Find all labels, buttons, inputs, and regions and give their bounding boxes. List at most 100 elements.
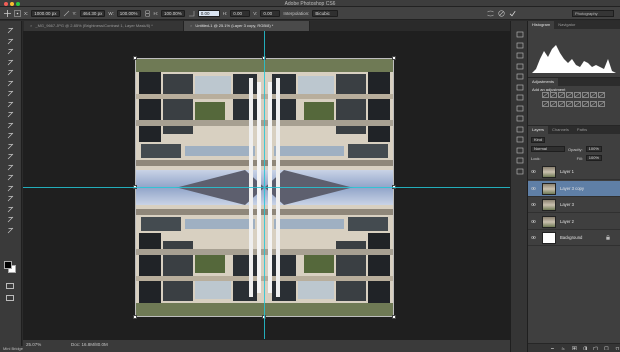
tab-layers[interactable]: Layers <box>528 126 549 134</box>
move-tool-icon[interactable] <box>4 9 11 17</box>
levels-adjustment-icon[interactable] <box>550 92 557 98</box>
history-brush-tool-icon[interactable] <box>5 122 16 129</box>
background-thumbnail[interactable] <box>542 232 556 244</box>
adjustment-layer-icon[interactable] <box>582 345 588 351</box>
close-tab-icon[interactable]: × <box>190 23 192 28</box>
opacity-field[interactable]: 100% <box>585 146 602 152</box>
v-skew-field[interactable]: 0.00 <box>260 9 281 17</box>
delete-layer-icon[interactable] <box>615 346 620 351</box>
styles-panel-icon[interactable] <box>516 94 524 101</box>
dodge-tool-icon[interactable] <box>5 164 16 171</box>
brightness-adjustment-icon[interactable] <box>542 92 549 98</box>
exposure-adjustment-icon[interactable] <box>566 92 573 98</box>
black-white-adjustment-icon[interactable] <box>598 92 605 98</box>
layer-row[interactable]: Layer 3 <box>528 197 620 213</box>
doc-tab-1[interactable]: × _MG_9667.JPG @ 2.85% (Brightness/Contra… <box>24 21 184 31</box>
layer-thumbnail[interactable] <box>542 166 556 178</box>
tab-adjustments[interactable]: Adjustments <box>528 78 559 86</box>
foreground-color-swatch[interactable] <box>4 261 12 269</box>
crop-tool-icon[interactable] <box>5 69 16 76</box>
mini-bridge-tab[interactable]: Mini Bridge <box>0 346 40 352</box>
y-field[interactable]: 464.30 px <box>79 9 106 17</box>
threshold-adjustment-icon[interactable] <box>582 101 589 107</box>
path-select-tool-icon[interactable] <box>5 195 16 202</box>
swatches-panel-icon[interactable] <box>516 84 524 91</box>
info-panel-icon[interactable] <box>516 63 524 70</box>
layer-row[interactable]: Layer 1 <box>528 164 620 180</box>
angle-field[interactable]: 0.00 <box>197 9 220 17</box>
kind-filter-select[interactable]: Kind <box>531 137 546 143</box>
reference-point-icon[interactable] <box>14 9 21 17</box>
posterize-adjustment-icon[interactable] <box>574 101 581 107</box>
new-layer-icon[interactable] <box>604 346 609 351</box>
clone-source-panel-icon[interactable] <box>516 147 524 154</box>
timeline-panel-icon[interactable] <box>516 168 524 175</box>
cancel-transform-icon[interactable] <box>498 9 505 17</box>
layer-row[interactable]: Background <box>528 230 620 246</box>
photo-filter-adjustment-icon[interactable] <box>542 101 549 107</box>
visibility-eye-icon[interactable] <box>531 169 536 174</box>
visibility-eye-icon[interactable] <box>531 202 536 207</box>
tab-navigator[interactable]: Navigator <box>554 21 579 29</box>
selective-color-adjustment-icon[interactable] <box>590 101 597 107</box>
eyedropper-tool-icon[interactable] <box>5 80 16 87</box>
link-icon[interactable] <box>144 9 151 17</box>
brush-tool-icon[interactable] <box>5 101 16 108</box>
gradient-map-adjustment-icon[interactable] <box>598 101 605 107</box>
screen-mode-icon[interactable] <box>6 295 14 301</box>
color-panel-icon[interactable] <box>516 73 524 80</box>
hue-saturation-adjustment-icon[interactable] <box>582 92 589 98</box>
eraser-tool-icon[interactable] <box>5 132 16 139</box>
layer-thumbnail[interactable] <box>542 182 556 195</box>
zoom-tool-icon[interactable] <box>5 227 16 234</box>
healing-tool-icon[interactable] <box>5 90 16 97</box>
pen-tool-icon[interactable] <box>5 174 16 181</box>
blur-tool-icon[interactable] <box>5 153 16 160</box>
character-panel-icon[interactable] <box>516 115 524 122</box>
warp-mode-icon[interactable] <box>487 10 494 17</box>
document-size[interactable]: Doc: 16.8M/80.0M <box>71 342 108 347</box>
horizontal-guide[interactable] <box>23 187 510 188</box>
color-lookup-adjustment-icon[interactable] <box>558 101 565 107</box>
transform-handle-br[interactable] <box>392 315 396 319</box>
channel-mixer-adjustment-icon[interactable] <box>550 101 557 107</box>
clone-stamp-tool-icon[interactable] <box>5 111 16 118</box>
quick-mask-icon[interactable] <box>6 283 14 289</box>
add-mask-icon[interactable] <box>571 345 577 351</box>
visibility-eye-icon[interactable] <box>531 219 536 224</box>
vertical-guide[interactable] <box>264 31 265 339</box>
h-skew-field[interactable]: 0.00 <box>230 9 251 17</box>
commit-transform-icon[interactable] <box>509 10 516 17</box>
tool-presets-panel-icon[interactable] <box>516 136 524 143</box>
transform-handle-tr[interactable] <box>392 56 396 60</box>
doc-tab-2[interactable]: × Untitled-1 @ 25.1% (Layer 3 copy, RGB/8… <box>184 21 310 31</box>
shape-tool-icon[interactable] <box>5 206 16 213</box>
link-layers-icon[interactable] <box>550 346 555 351</box>
history-panel-icon[interactable] <box>516 31 524 38</box>
layer-thumbnail[interactable] <box>542 199 556 211</box>
quick-select-tool-icon[interactable] <box>5 59 16 66</box>
workspace-select[interactable]: Photography <box>572 9 614 17</box>
close-tab-icon[interactable]: × <box>30 23 32 28</box>
visibility-eye-icon[interactable] <box>531 186 536 191</box>
blend-mode-select[interactable]: Normal <box>531 146 565 152</box>
layer-row[interactable]: Layer 2 <box>528 214 620 230</box>
type-tool-icon[interactable] <box>5 185 16 192</box>
move-tool-icon[interactable] <box>5 27 16 34</box>
fill-field[interactable]: 100% <box>585 155 603 161</box>
paragraph-panel-icon[interactable] <box>516 126 524 133</box>
canvas-area[interactable] <box>23 31 510 339</box>
transform-handle-bl[interactable] <box>133 315 137 319</box>
visibility-eye-icon[interactable] <box>531 235 536 240</box>
height-field[interactable]: 100.00% <box>161 9 185 17</box>
marquee-tool-icon[interactable] <box>5 38 16 45</box>
brush-presets-panel-icon[interactable] <box>516 105 524 112</box>
tab-channels[interactable]: Channels <box>548 126 573 134</box>
width-field[interactable]: 100.00% <box>116 9 141 17</box>
properties-panel-icon[interactable] <box>516 52 524 59</box>
transform-handle-tl[interactable] <box>133 56 137 60</box>
curves-adjustment-icon[interactable] <box>558 92 565 98</box>
layer-style-icon[interactable]: fx <box>561 346 566 351</box>
notes-panel-icon[interactable] <box>516 157 524 164</box>
tab-histogram[interactable]: Histogram <box>528 21 555 29</box>
